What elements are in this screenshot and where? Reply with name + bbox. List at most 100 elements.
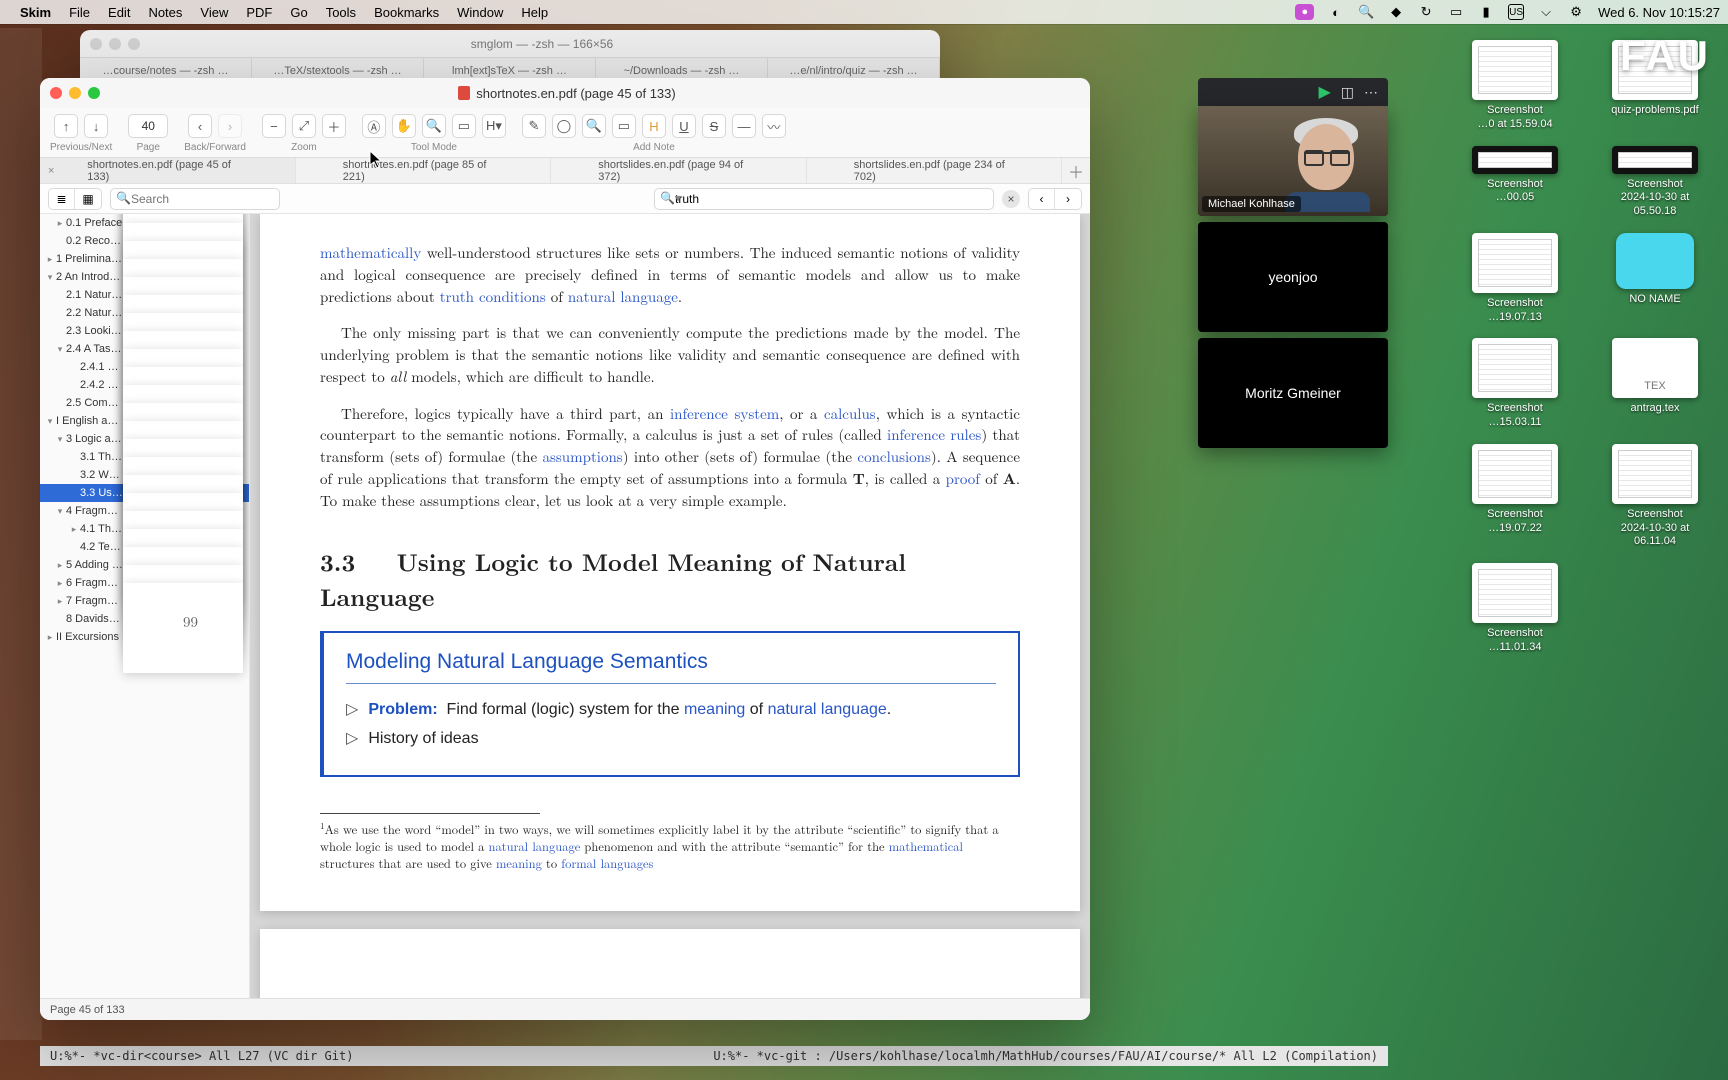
desktop-disk[interactable]: NO NAME: [1600, 233, 1710, 325]
link-natural-language[interactable]: natural language: [568, 286, 678, 307]
more-icon[interactable]: ⋯: [1364, 84, 1378, 101]
zoom-fit-button[interactable]: ⤢: [292, 114, 316, 138]
document-tab[interactable]: shortslides.en.pdf (page 234 of 702): [807, 158, 1063, 183]
disclosure-triangle-icon[interactable]: ▸: [68, 524, 80, 535]
menu-bookmarks[interactable]: Bookmarks: [374, 5, 439, 20]
link-formal-languages[interactable]: formal languages: [561, 854, 653, 872]
input-source[interactable]: US: [1508, 4, 1524, 20]
tool-hand[interactable]: ✋: [392, 114, 416, 138]
minimize-button[interactable]: [69, 87, 81, 99]
disclosure-triangle-icon[interactable]: ▸: [44, 632, 56, 643]
desktop-file[interactable]: Screenshot2024-10-30 at 05.50.18: [1600, 146, 1710, 219]
disclosure-triangle-icon[interactable]: ▸: [44, 254, 56, 265]
disclosure-triangle-icon[interactable]: ▸: [54, 560, 66, 571]
menu-go[interactable]: Go: [290, 5, 307, 20]
call-toolbar[interactable]: ▶ ◫ ⋯: [1198, 78, 1388, 106]
link-proof[interactable]: proof: [946, 468, 980, 489]
desktop-file[interactable]: Screenshot…00.05: [1460, 146, 1570, 219]
close-button[interactable]: [50, 87, 62, 99]
forward-button[interactable]: ›: [218, 114, 242, 138]
desktop-file[interactable]: Screenshot…19.07.13: [1460, 233, 1570, 325]
link-assumptions[interactable]: assumptions: [542, 446, 622, 467]
back-button[interactable]: ‹: [188, 114, 212, 138]
video-call-panel[interactable]: ▶ ◫ ⋯ Michael Kohlhase yeonjoo Moritz Gm…: [1198, 78, 1388, 454]
clear-search-button[interactable]: ×: [1002, 190, 1020, 208]
disclosure-triangle-icon[interactable]: ▸: [54, 218, 66, 229]
battery-icon[interactable]: ▮: [1478, 4, 1494, 20]
close-tab-icon[interactable]: ×: [48, 165, 54, 177]
link-meaning[interactable]: meaning: [496, 854, 542, 872]
spotlight-icon[interactable]: 🔍: [1358, 4, 1374, 20]
link-meaning[interactable]: meaning: [684, 701, 745, 718]
link-truth-conditions[interactable]: truth conditions: [440, 286, 546, 307]
link-conclusions[interactable]: conclusions: [857, 446, 931, 467]
window-titlebar[interactable]: shortnotes.en.pdf (page 45 of 133): [40, 78, 1090, 108]
skim-window[interactable]: shortnotes.en.pdf (page 45 of 133) ↑ ↓ P…: [40, 78, 1090, 1020]
play-icon[interactable]: ▶: [1318, 82, 1330, 102]
outline-sidebar[interactable]: ▸0.1 Prefacei0.2 Recorded Syllabusii▸1 P…: [40, 214, 250, 998]
link-calculus[interactable]: calculus: [824, 403, 876, 424]
note-strike[interactable]: S: [702, 114, 726, 138]
terminal-traffic-lights[interactable]: [90, 38, 140, 50]
find-prev-next[interactable]: ‹ ›: [1028, 188, 1082, 210]
menu-window[interactable]: Window: [457, 5, 503, 20]
call-tile-avatar[interactable]: Moritz Gmeiner: [1198, 338, 1388, 448]
sidebar-search-input[interactable]: [110, 188, 280, 210]
call-tile-video[interactable]: Michael Kohlhase: [1198, 106, 1388, 216]
do-not-disturb-icon[interactable]: ◐: [1328, 4, 1344, 20]
note-squiggle[interactable]: 〰: [762, 114, 786, 138]
document-search[interactable]: 🔍▾: [654, 188, 994, 210]
menubar-clock[interactable]: Wed 6. Nov 10:15:27: [1598, 5, 1720, 20]
wifi-icon[interactable]: ⌵: [1538, 4, 1554, 20]
link-inference-rules[interactable]: inference rules: [887, 424, 981, 445]
note-underline[interactable]: U: [672, 114, 696, 138]
note-pen[interactable]: ✎: [522, 114, 546, 138]
find-next-button[interactable]: ›: [1055, 189, 1081, 209]
zoom-button[interactable]: [88, 87, 100, 99]
previous-page-button[interactable]: ↑: [54, 114, 78, 138]
sidebar-mode-segment[interactable]: ≣ ▦: [48, 188, 102, 210]
disclosure-triangle-icon[interactable]: ▾: [54, 434, 66, 445]
sync-icon[interactable]: ↻: [1418, 4, 1434, 20]
desktop-file[interactable]: Screenshot2024-10-30 at 06.11.04: [1600, 444, 1710, 549]
control-center-icon[interactable]: ⚙: [1568, 4, 1584, 20]
link-mathematically[interactable]: mathematically: [320, 242, 421, 263]
link-mathematical[interactable]: mathematical: [889, 837, 963, 855]
screen-recording-icon[interactable]: ●: [1295, 4, 1314, 20]
raycast-icon[interactable]: ◆: [1388, 4, 1404, 20]
menu-help[interactable]: Help: [521, 5, 548, 20]
menu-notes[interactable]: Notes: [148, 5, 182, 20]
tool-text-select[interactable]: Ⓐ: [362, 114, 386, 138]
display-icon[interactable]: ▭: [1448, 4, 1464, 20]
desktop-file[interactable]: Screenshot…11.01.34: [1460, 563, 1570, 655]
sidebar-search[interactable]: 🔍: [110, 188, 280, 210]
link-natural-language[interactable]: natural language: [489, 837, 581, 855]
note-line[interactable]: —: [732, 114, 756, 138]
outline-row[interactable]: ▸II Excursions99: [40, 628, 249, 646]
tool-select-area[interactable]: ▭: [452, 114, 476, 138]
terminal-titlebar[interactable]: smglom — -zsh — 166×56: [80, 30, 940, 58]
note-highlight[interactable]: H: [642, 114, 666, 138]
tool-magnify[interactable]: 🔍: [422, 114, 446, 138]
new-tab-button[interactable]: ＋: [1062, 158, 1090, 183]
find-prev-button[interactable]: ‹: [1029, 189, 1055, 209]
outline-mode-button[interactable]: ≣: [49, 189, 75, 209]
link-natural-language[interactable]: natural language: [768, 701, 887, 718]
note-box[interactable]: ▭: [612, 114, 636, 138]
disclosure-triangle-icon[interactable]: ▾: [44, 272, 56, 283]
traffic-lights[interactable]: [50, 87, 100, 99]
zoom-out-button[interactable]: −: [262, 114, 286, 138]
tool-highlight[interactable]: H▾: [482, 114, 506, 138]
desktop-file[interactable]: Screenshot…15.03.11: [1460, 338, 1570, 430]
layout-icon[interactable]: ◫: [1341, 84, 1354, 101]
note-circle[interactable]: ◯: [552, 114, 576, 138]
disclosure-triangle-icon[interactable]: ▸: [54, 578, 66, 589]
page-number-field[interactable]: 40: [128, 114, 168, 138]
disclosure-triangle-icon[interactable]: ▸: [54, 596, 66, 607]
call-tile-avatar[interactable]: yeonjoo: [1198, 222, 1388, 332]
zoom-in-button[interactable]: ＋: [322, 114, 346, 138]
document-view[interactable]: mathematically well-understood structure…: [250, 214, 1090, 998]
menu-pdf[interactable]: PDF: [246, 5, 272, 20]
next-page-button[interactable]: ↓: [84, 114, 108, 138]
link-inference-system[interactable]: inference system: [670, 403, 779, 424]
